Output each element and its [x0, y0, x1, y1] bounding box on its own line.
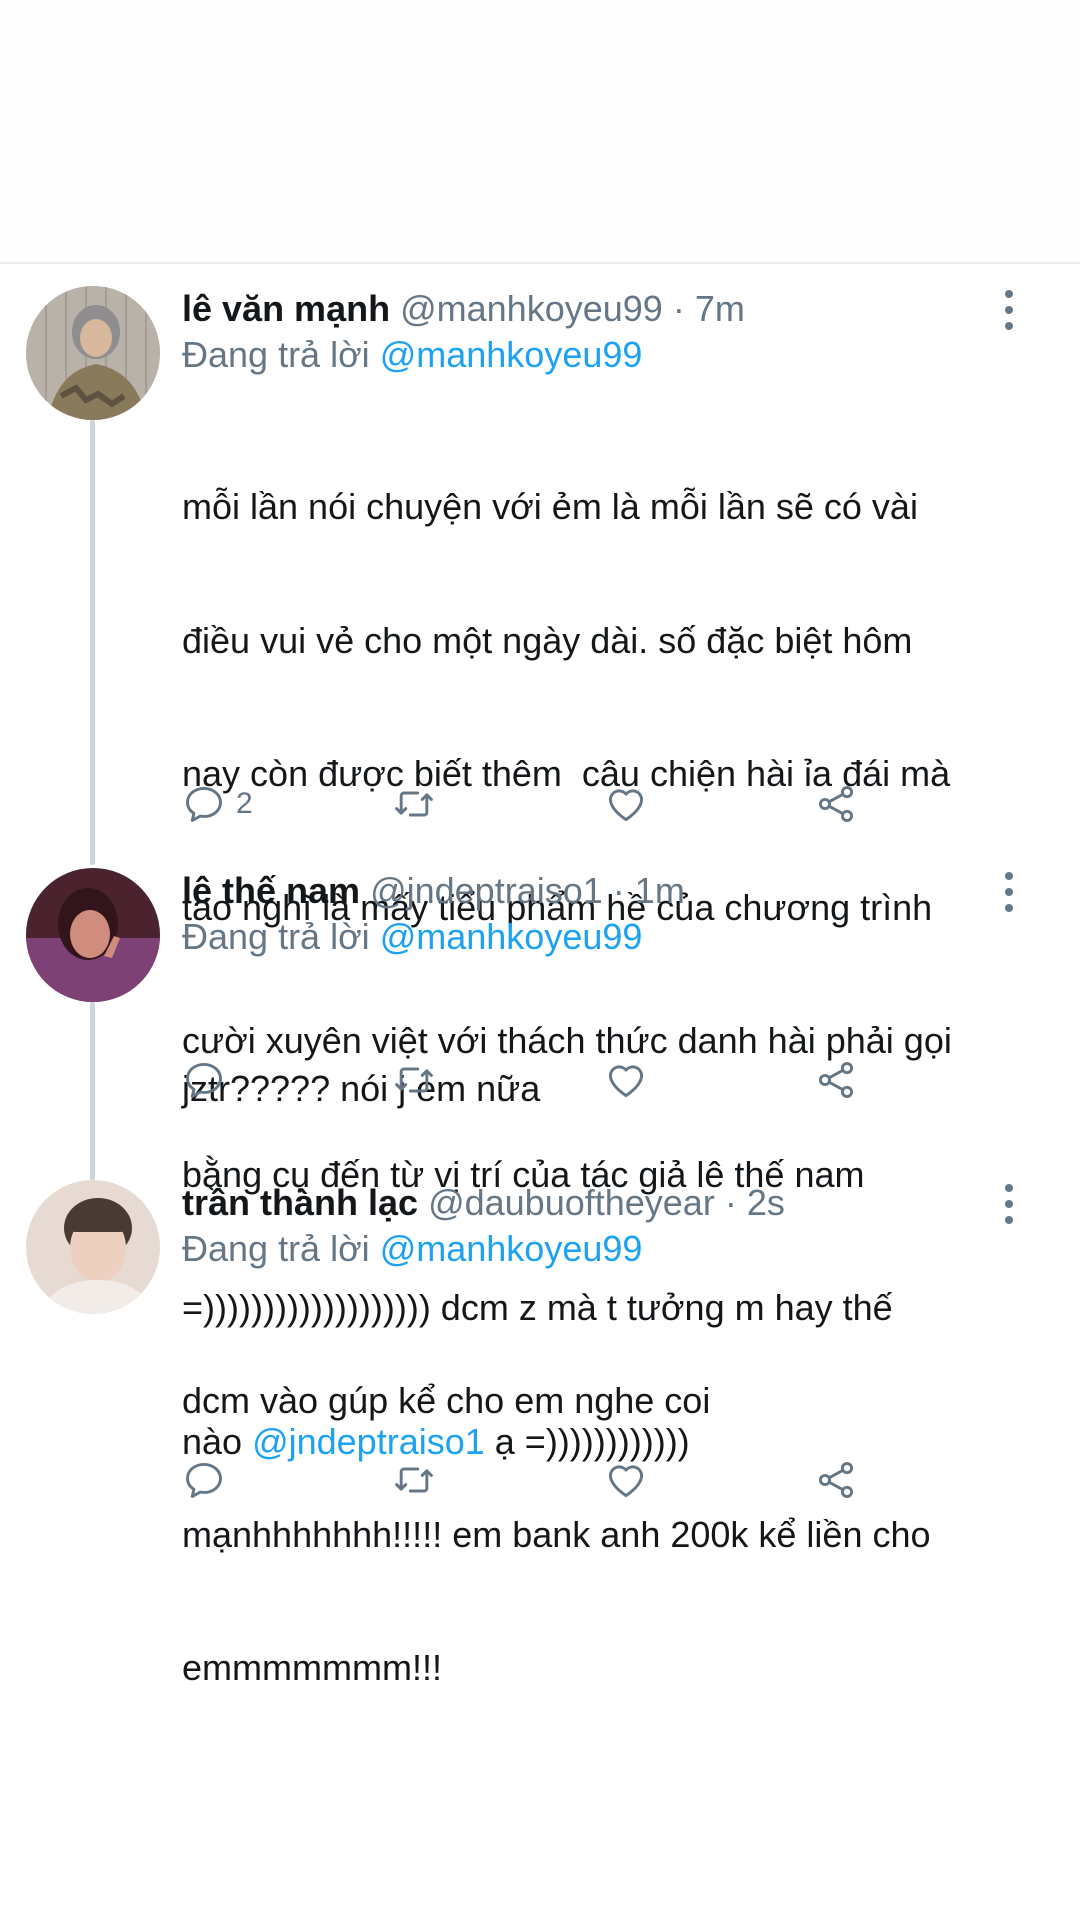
- reply-icon: [186, 1462, 222, 1498]
- heart-icon: [608, 1065, 644, 1098]
- user-handle[interactable]: @jndeptraiso1: [370, 870, 603, 911]
- replying-to: Đang trả lời @manhkoyeu99: [182, 332, 1012, 378]
- replying-to-label: Đang trả lời: [182, 1228, 370, 1269]
- reply-button[interactable]: [182, 1456, 236, 1504]
- more-vertical-icon[interactable]: [994, 872, 1024, 912]
- tweet-text-line: điều vui vẻ cho một ngày dài. số đặc biệ…: [182, 619, 913, 661]
- tweet-text-line: emmmmmmm!!!: [182, 1647, 442, 1688]
- replying-to-mention[interactable]: @manhkoyeu99: [380, 916, 643, 957]
- reply-button[interactable]: 2: [182, 780, 253, 828]
- retweet-button[interactable]: [392, 1456, 436, 1504]
- timestamp[interactable]: 2s: [747, 1182, 785, 1223]
- tweet-text-line: mạnhhhhhhh!!!!! em bank anh 200k kể liền…: [182, 1513, 931, 1555]
- avatar-image: [26, 1180, 160, 1314]
- like-button[interactable]: [604, 1456, 648, 1504]
- tweet-actions: [182, 1056, 902, 1104]
- separator: ·: [672, 288, 685, 329]
- separator: ·: [612, 870, 625, 911]
- replying-to-label: Đang trả lời: [182, 916, 370, 957]
- display-name[interactable]: trần thành lạc: [182, 1182, 418, 1223]
- replying-to-mention[interactable]: @manhkoyeu99: [380, 334, 643, 375]
- timestamp[interactable]: 1m: [635, 870, 685, 911]
- thread-line: [90, 1002, 95, 1180]
- reply-button[interactable]: [182, 1056, 236, 1104]
- share-button[interactable]: [814, 1456, 858, 1504]
- user-handle[interactable]: @daubuoftheyear: [428, 1182, 715, 1223]
- thread-line: [90, 420, 95, 865]
- tweet-text-line: dcm vào gúp kể cho em nghe coi: [182, 1380, 711, 1421]
- reply-count: 2: [236, 787, 253, 820]
- avatar-image: [26, 868, 160, 1002]
- replying-to-label: Đang trả lời: [182, 334, 370, 375]
- display-name[interactable]: lê thế nam: [182, 870, 360, 911]
- tweet-text-line: mỗi lần nói chuyện với ẻm là mỗi lần sẽ …: [182, 486, 918, 527]
- share-button[interactable]: [814, 780, 858, 828]
- user-handle[interactable]: @manhkoyeu99: [400, 288, 663, 329]
- divider: [0, 262, 1080, 264]
- display-name[interactable]: lê văn mạnh: [182, 288, 390, 329]
- more-vertical-icon[interactable]: [994, 1184, 1024, 1224]
- heart-icon: [608, 789, 644, 822]
- retweet-icon: [395, 791, 433, 817]
- replying-to-mention[interactable]: @manhkoyeu99: [380, 1228, 643, 1269]
- avatar[interactable]: [26, 286, 160, 420]
- like-button[interactable]: [604, 1056, 648, 1104]
- avatar-image: [26, 286, 160, 420]
- share-icon: [818, 1462, 854, 1498]
- top-blank-area: [0, 0, 1080, 262]
- tweet-actions: [182, 1456, 902, 1504]
- avatar[interactable]: [26, 1180, 160, 1314]
- replying-to: Đang trả lời @manhkoyeu99: [182, 914, 1012, 960]
- reply-icon: [186, 1062, 222, 1098]
- reply-icon: [186, 786, 222, 822]
- tweet-header: lê thế nam @jndeptraiso1 · 1m: [182, 868, 1012, 914]
- heart-icon: [608, 1465, 644, 1498]
- share-button[interactable]: [814, 1056, 858, 1104]
- separator: ·: [724, 1182, 737, 1223]
- retweet-button[interactable]: [392, 780, 436, 828]
- more-vertical-icon[interactable]: [994, 290, 1024, 330]
- retweet-button[interactable]: [392, 1056, 436, 1104]
- tweet-actions: 2: [182, 780, 902, 828]
- retweet-icon: [395, 1467, 433, 1493]
- tweet-header: lê văn mạnh @manhkoyeu99 · 7m: [182, 286, 1012, 332]
- tweet-text: dcm vào gúp kể cho em nghe coi mạnhhhhhh…: [182, 1290, 1012, 1780]
- like-button[interactable]: [604, 780, 648, 828]
- retweet-icon: [395, 1067, 433, 1093]
- tweet-header: trần thành lạc @daubuoftheyear · 2s: [182, 1180, 1012, 1226]
- share-icon: [818, 1062, 854, 1098]
- share-icon: [818, 786, 854, 822]
- replying-to: Đang trả lời @manhkoyeu99: [182, 1226, 1012, 1272]
- avatar[interactable]: [26, 868, 160, 1002]
- timestamp[interactable]: 7m: [695, 288, 745, 329]
